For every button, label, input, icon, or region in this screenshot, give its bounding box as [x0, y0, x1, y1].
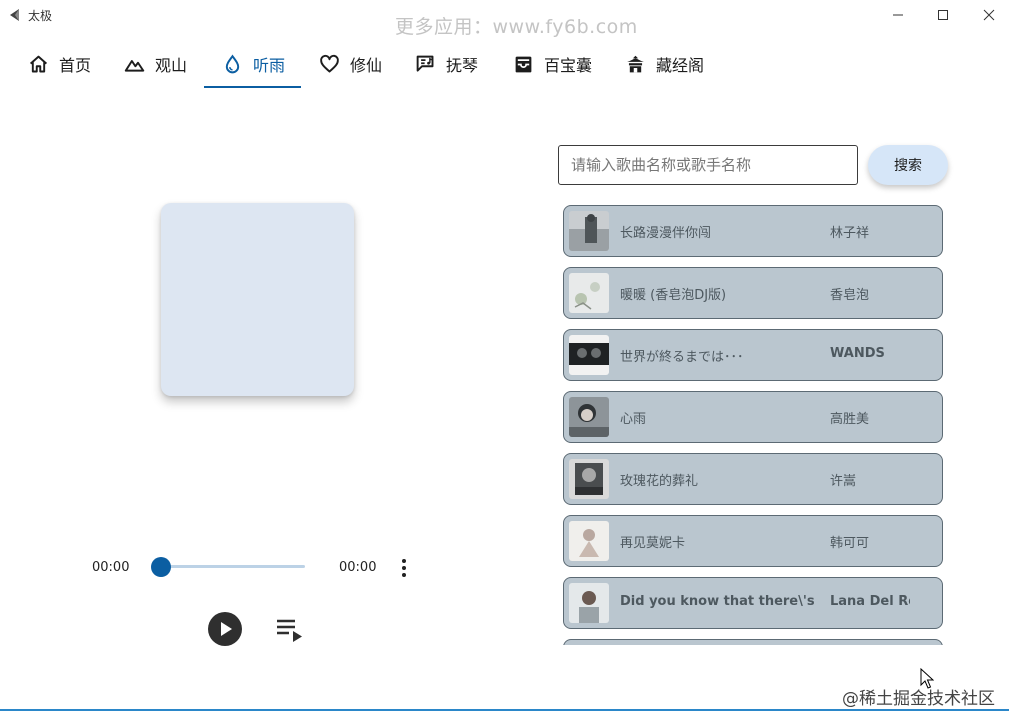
mountain-icon: [124, 59, 145, 72]
tab-treasure-bag[interactable]: 百宝囊: [513, 40, 592, 88]
tab-mountain[interactable]: 观山: [124, 40, 187, 88]
temple-icon: [627, 55, 644, 72]
song-title: Did you know that there\'s a: [620, 594, 816, 609]
song-cover-thumbnail: [569, 583, 609, 623]
song-artist: WANDS: [830, 346, 885, 361]
tab-label: 抚琴: [446, 56, 479, 75]
song-artist: 韩可可: [830, 536, 870, 551]
search-input[interactable]: [558, 145, 858, 185]
list-item[interactable]: 心雨 高胜美: [563, 391, 943, 443]
album-cover: [161, 203, 354, 396]
current-time: 00:00: [92, 560, 130, 575]
tab-cultivate[interactable]: 修仙: [319, 40, 382, 88]
song-title: 再见莫妮卡: [620, 536, 686, 551]
song-list[interactable]: 长路漫漫伴你闯 林子祥 暖暖 (香皂泡DJ版) 香皂泡 世界が終るまでは･･･ …: [563, 205, 945, 645]
list-item[interactable]: 再见莫妮卡 韩可可: [563, 515, 943, 567]
song-title: 世界が終るまでは･･･: [620, 350, 744, 365]
app-logo-icon: [10, 9, 19, 21]
more-options-button[interactable]: [396, 556, 412, 580]
inbox-icon: [515, 56, 532, 72]
tab-label: 百宝囊: [544, 56, 593, 75]
list-item[interactable]: 玫瑰花的葬礼 许嵩: [563, 453, 943, 505]
song-cover-thumbnail: [569, 211, 609, 251]
song-title: 暖暖 (香皂泡DJ版): [620, 288, 727, 303]
song-artist: Lana Del Re: [830, 594, 910, 609]
list-item[interactable]: 长路漫漫伴你闯 林子祥: [563, 205, 943, 257]
song-cover-thumbnail: [569, 335, 609, 375]
play-icon: [221, 622, 232, 636]
total-time: 00:00: [339, 560, 377, 575]
list-item[interactable]: Did you know that there\'s a Lana Del Re: [563, 577, 943, 629]
heart-icon: [320, 54, 339, 72]
maximize-button[interactable]: [920, 0, 966, 30]
song-artist: 高胜美: [830, 412, 870, 427]
bottom-border: [0, 709, 1009, 711]
nav-tabs: 首页 观山 听雨 修仙 抚琴 百宝囊 藏经阁: [0, 40, 760, 90]
playlist-icon: [277, 619, 302, 642]
song-title: 玫瑰花的葬礼: [620, 474, 699, 489]
progress-slider-thumb[interactable]: [151, 557, 171, 577]
tab-label: 观山: [155, 56, 188, 75]
tab-label: 修仙: [350, 56, 383, 75]
song-title: 心雨: [620, 412, 647, 427]
title-bar: 太极 更多应用：www.fy6b.com: [0, 0, 1009, 38]
tab-home[interactable]: 首页: [28, 40, 91, 88]
tab-label: 首页: [59, 56, 92, 75]
window-title: 太极: [28, 9, 53, 23]
close-button[interactable]: [966, 0, 1009, 30]
maximize-icon: [938, 10, 948, 20]
search-button[interactable]: 搜索: [868, 145, 948, 185]
song-artist: 许嵩: [830, 474, 857, 489]
song-artist: 香皂泡: [830, 288, 870, 303]
footer-watermark: @稀土掘金技术社区: [842, 689, 995, 709]
song-cover-thumbnail: [569, 459, 609, 499]
list-item[interactable]: 暖暖 (香皂泡DJ版) 香皂泡: [563, 267, 943, 319]
water-drop-icon: [225, 54, 240, 73]
minimize-button[interactable]: [875, 0, 921, 30]
home-icon: [29, 55, 48, 72]
song-artist: 林子祥: [830, 226, 870, 241]
tab-library[interactable]: 藏经阁: [625, 40, 704, 88]
song-cover-thumbnail: [569, 397, 609, 437]
mouse-cursor-icon: [920, 668, 934, 689]
tab-label: 听雨: [253, 56, 286, 75]
music-note-icon: [416, 55, 434, 72]
tab-label: 藏经阁: [656, 56, 705, 75]
minimize-icon: [893, 14, 903, 16]
song-cover-thumbnail: [569, 273, 609, 313]
progress-slider-track[interactable]: [161, 565, 305, 568]
list-item[interactable]: 世界が終るまでは･･･ WANDS: [563, 329, 943, 381]
close-icon: [983, 9, 995, 21]
playlist-button[interactable]: [276, 617, 304, 643]
watermark-text: 更多应用：www.fy6b.com: [395, 16, 638, 38]
list-item[interactable]: [563, 639, 943, 645]
more-vert-icon: [402, 559, 406, 577]
song-cover-thumbnail: [569, 521, 609, 561]
song-title: 长路漫漫伴你闯: [620, 226, 712, 241]
active-tab-indicator: [204, 86, 301, 88]
tab-rain[interactable]: 听雨: [222, 40, 285, 88]
play-button[interactable]: [208, 612, 242, 646]
tab-guqin[interactable]: 抚琴: [415, 40, 478, 88]
